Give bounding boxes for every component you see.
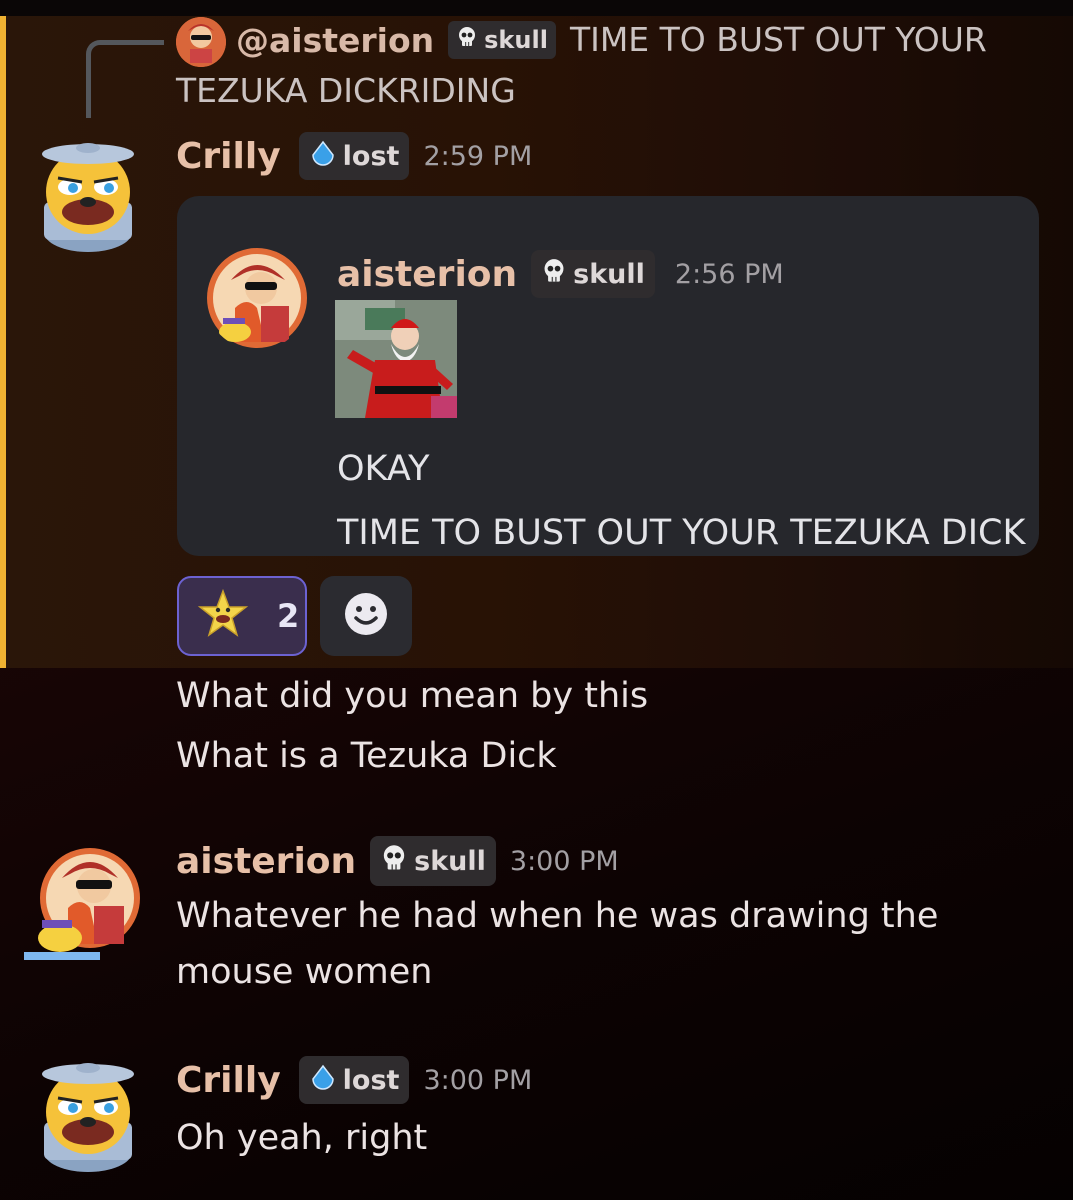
message-author[interactable]: Crilly (176, 1060, 281, 1101)
embed-timestamp: 2:56 PM (674, 258, 784, 290)
message-embed[interactable]: aisterion skull 2:56 PM OKAY TIME TO BUS… (177, 196, 1039, 556)
reaction-star[interactable]: 2 (177, 576, 307, 656)
reply-text-line2[interactable]: TEZUKA DICKRIDING (176, 68, 516, 114)
embed-role-tag: skull (531, 250, 655, 298)
embed-role-tag-label: skull (573, 258, 645, 290)
skull-icon (541, 258, 567, 291)
message-timestamp[interactable]: 3:00 PM (510, 846, 619, 877)
message-line[interactable]: What did you mean by this (176, 668, 648, 724)
message-timestamp[interactable]: 2:59 PM (423, 141, 532, 172)
message-timestamp[interactable]: 3:00 PM (423, 1065, 532, 1096)
role-tag-label: skull (414, 845, 486, 877)
embed-text-line1: OKAY (337, 449, 430, 489)
skull-icon (380, 844, 408, 879)
embed-author-name[interactable]: aisterion (337, 254, 517, 295)
message-author[interactable]: Crilly (176, 136, 281, 177)
reply-mention[interactable]: @aisterion (236, 21, 434, 60)
reply-text-line1[interactable]: TIME TO BUST OUT YOUR (570, 17, 987, 63)
message-line[interactable]: Whatever he had when he was drawing the (176, 888, 938, 944)
crilly-avatar[interactable] (26, 132, 150, 256)
crilly-avatar[interactable] (26, 1052, 150, 1176)
reply-avatar[interactable] (176, 17, 226, 67)
role-tag: lost (298, 132, 410, 180)
message-line[interactable]: What is a Tezuka Dick (176, 728, 557, 784)
role-tag-label: lost (342, 1064, 400, 1096)
aisterion-avatar[interactable] (24, 838, 142, 962)
message-line[interactable]: mouse women (176, 944, 432, 1000)
embed-image-thumbnail[interactable] (335, 300, 457, 418)
droplet-icon (309, 139, 337, 174)
embed-text-line2: TIME TO BUST OUT YOUR TEZUKA DICK (337, 513, 1026, 553)
skull-icon (456, 26, 478, 54)
droplet-icon (309, 1063, 337, 1098)
embed-author-avatar[interactable] (205, 246, 309, 350)
star-emoji-icon (197, 588, 249, 644)
add-reaction-button[interactable] (320, 576, 412, 656)
mention-highlight-bar (0, 16, 6, 668)
message-author[interactable]: aisterion (176, 841, 356, 882)
reply-connector (86, 40, 164, 118)
add-reaction-icon (342, 590, 390, 642)
reply-role-tag: skull (448, 21, 556, 59)
top-bar (0, 0, 1073, 16)
role-tag: lost (298, 1056, 410, 1104)
role-tag-label: lost (342, 140, 400, 172)
role-tag: skull (370, 836, 496, 886)
message-line[interactable]: Oh yeah, right (176, 1110, 427, 1166)
reply-role-tag-label: skull (484, 26, 548, 54)
reaction-count: 2 (277, 597, 300, 635)
